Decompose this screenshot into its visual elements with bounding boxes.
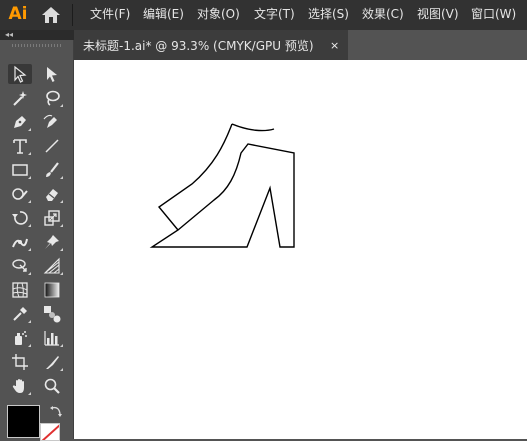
menu-object[interactable]: 对象(O)	[197, 6, 240, 22]
rectangle-tool[interactable]	[8, 160, 32, 180]
scale-tool[interactable]	[40, 208, 64, 228]
home-icon[interactable]	[41, 6, 61, 24]
eraser-tool[interactable]	[40, 184, 64, 204]
pushpin-icon	[45, 235, 59, 249]
shaper-icon	[12, 188, 28, 200]
type-tool[interactable]	[8, 136, 32, 156]
tools-panel	[0, 40, 74, 439]
eraser-icon	[46, 189, 58, 201]
width-icon	[12, 238, 28, 248]
panel-grip[interactable]	[12, 44, 62, 47]
rectangle-icon	[12, 164, 28, 176]
blend-tool[interactable]	[40, 304, 64, 324]
perspective-grid-icon	[43, 257, 60, 274]
symbol-sprayer-icon	[15, 331, 27, 345]
hand-icon	[12, 379, 24, 393]
menu-window[interactable]: 窗口(W)	[471, 6, 516, 22]
swap-fill-stroke-icon[interactable]	[49, 404, 63, 418]
rotate-icon	[12, 211, 28, 225]
eyedropper-icon	[13, 307, 27, 321]
artboard-canvas[interactable]	[74, 60, 527, 439]
menu-bar: Ai 文件(F) 编辑(E) 对象(O) 文字(T) 选择(S) 效果(C) 视…	[0, 0, 527, 30]
column-graph-icon	[44, 331, 59, 346]
collapse-panel-icon[interactable]: ◂◂	[5, 30, 13, 40]
type-t-icon	[13, 139, 27, 154]
artboard-tool[interactable]	[8, 352, 32, 372]
menu-effect[interactable]: 效果(C)	[362, 6, 404, 22]
mesh-icon	[12, 282, 28, 298]
slice-tool[interactable]	[40, 352, 64, 372]
rotate-tool[interactable]	[8, 208, 32, 228]
menu-view[interactable]: 视图(V)	[417, 6, 459, 22]
width-tool[interactable]	[8, 232, 32, 252]
paintbrush-tool[interactable]	[40, 160, 64, 180]
pen-tool[interactable]	[8, 112, 32, 132]
eyedropper-tool[interactable]	[8, 304, 32, 324]
direct-selection-arrow-icon	[47, 67, 57, 82]
selection-tool[interactable]	[8, 64, 32, 84]
pen-nib-icon	[14, 116, 26, 128]
column-graph-tool[interactable]	[40, 328, 64, 348]
document-tab-title: 未标题-1.ai* @ 93.3% (CMYK/GPU 预览)	[83, 39, 314, 53]
gradient-icon	[44, 282, 60, 298]
gradient-tool[interactable]	[40, 280, 64, 300]
lasso-tool[interactable]	[40, 88, 64, 108]
none-slash-icon	[41, 424, 59, 440]
magnifier-icon	[44, 378, 60, 394]
menu-type[interactable]: 文字(T)	[254, 6, 295, 22]
symbol-sprayer-tool[interactable]	[8, 328, 32, 348]
shoe-top-curve	[231, 123, 275, 132]
line-segment-icon	[45, 139, 59, 153]
shaper-tool[interactable]	[8, 184, 32, 204]
hand-tool[interactable]	[8, 376, 32, 396]
puppet-warp-tool[interactable]	[40, 232, 64, 252]
slice-knife-icon	[46, 356, 59, 369]
shape-builder-icon	[12, 259, 27, 272]
perspective-grid-tool[interactable]	[40, 256, 64, 276]
shoe-outline	[149, 123, 295, 248]
menu-select[interactable]: 选择(S)	[308, 6, 349, 22]
high-heel-shoe-drawing[interactable]	[74, 60, 527, 439]
menu-file[interactable]: 文件(F)	[90, 6, 130, 22]
curvature-tool[interactable]	[40, 112, 64, 132]
app-logo: Ai	[8, 4, 28, 24]
stroke-color-swatch[interactable]	[40, 423, 60, 441]
lasso-icon	[46, 90, 60, 106]
line-segment-tool[interactable]	[40, 136, 64, 156]
magic-wand-icon	[13, 91, 27, 106]
close-icon[interactable]: ×	[330, 38, 339, 54]
artboard-icon	[12, 354, 28, 370]
paintbrush-icon	[46, 162, 59, 177]
menu-edit[interactable]: 编辑(E)	[143, 6, 184, 22]
document-tab-bar: 未标题-1.ai* @ 93.3% (CMYK/GPU 预览) ×	[74, 30, 527, 60]
shape-builder-tool[interactable]	[8, 256, 32, 276]
scale-icon	[44, 210, 60, 226]
fill-color-swatch[interactable]	[7, 405, 40, 438]
mesh-tool[interactable]	[8, 280, 32, 300]
tools-panel-header: ◂◂	[0, 30, 74, 40]
curvature-pen-icon	[43, 114, 57, 128]
zoom-tool[interactable]	[40, 376, 64, 396]
document-tab[interactable]: 未标题-1.ai* @ 93.3% (CMYK/GPU 预览) ×	[74, 30, 348, 60]
menu-separator	[72, 4, 73, 26]
magic-wand-tool[interactable]	[8, 88, 32, 108]
direct-selection-tool[interactable]	[40, 64, 64, 84]
selection-arrow-icon	[14, 65, 27, 83]
blend-icon	[44, 306, 61, 323]
